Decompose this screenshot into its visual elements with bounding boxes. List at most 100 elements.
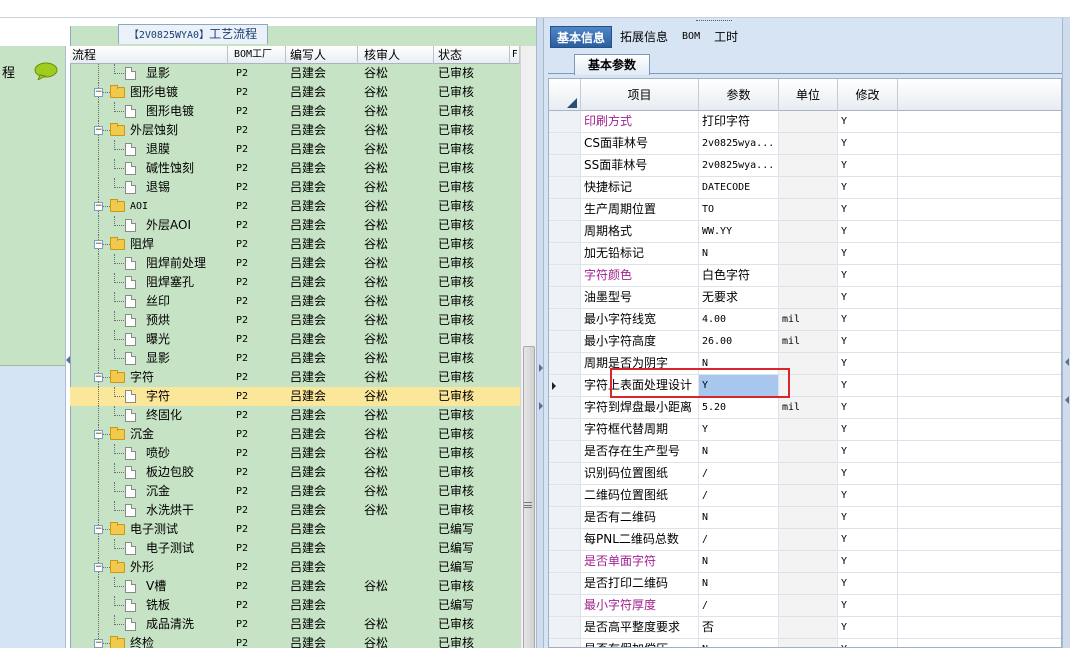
row-header[interactable] — [549, 331, 581, 352]
tree-item-row[interactable]: 退锡 P2 吕建会 谷松 已审核 — [70, 178, 520, 197]
param-value-cell[interactable]: / — [699, 463, 779, 484]
row-header[interactable] — [549, 485, 581, 506]
tree-item-row[interactable]: 字符 P2 吕建会 谷松 已审核 — [70, 387, 520, 406]
param-row[interactable]: SS面菲林号 2v0825wya... Y — [549, 155, 1061, 177]
tree-node[interactable]: 丝印 — [70, 292, 228, 311]
tree-node[interactable]: 曝光 — [70, 330, 228, 349]
param-row[interactable]: 加无铅标记 N Y — [549, 243, 1061, 265]
splitter-arrow-icon[interactable] — [1065, 396, 1069, 404]
panel-splitter[interactable] — [536, 18, 544, 648]
tree-item-row[interactable]: 显影 P2 吕建会 谷松 已审核 — [70, 349, 520, 368]
tree-node[interactable]: 成品清洗 — [70, 615, 228, 634]
param-modify-cell[interactable]: Y — [838, 199, 898, 220]
tree-node[interactable]: 铣板 — [70, 596, 228, 615]
tree-folder-row[interactable]: − 终检 P2 吕建会 谷松 已审核 — [70, 634, 520, 648]
param-value-cell[interactable]: 否 — [699, 617, 779, 638]
tree-item-row[interactable]: 终固化 P2 吕建会 谷松 已审核 — [70, 406, 520, 425]
param-modify-cell[interactable]: Y — [838, 177, 898, 198]
tree-node[interactable]: − 外层蚀刻 — [70, 121, 228, 140]
param-row[interactable]: CS面菲林号 2v0825wya... Y — [549, 133, 1061, 155]
param-value-cell[interactable]: 5.20 — [699, 397, 779, 418]
collapse-toggle-icon[interactable]: − — [94, 126, 103, 135]
row-header[interactable] — [549, 375, 581, 396]
tree-item-row[interactable]: 阻焊塞孔 P2 吕建会 谷松 已审核 — [70, 273, 520, 292]
speech-bubble-icon[interactable] — [34, 62, 58, 80]
param-value-cell[interactable]: 2v0825wya... — [699, 133, 779, 154]
param-row[interactable]: 是否存在生产型号 N Y — [549, 441, 1061, 463]
tree-node[interactable]: − 终检 — [70, 634, 228, 648]
column-header-bom[interactable]: BOM工厂 — [228, 46, 286, 64]
column-header-modify[interactable]: 修改 — [838, 79, 898, 111]
param-modify-cell[interactable]: Y — [838, 243, 898, 264]
collapse-toggle-icon[interactable]: − — [94, 563, 103, 572]
param-row[interactable]: 字符上表面处理设计 Y Y — [549, 375, 1061, 397]
tree-folder-row[interactable]: − AOI P2 吕建会 谷松 已审核 — [70, 197, 520, 216]
row-header[interactable] — [549, 243, 581, 264]
tree-node[interactable]: V槽 — [70, 577, 228, 596]
splitter-arrow-icon[interactable] — [1065, 358, 1069, 366]
param-value-cell[interactable]: 白色字符 — [699, 265, 779, 286]
tree-node[interactable]: 沉金 — [70, 482, 228, 501]
process-tree-scrollbar[interactable] — [520, 46, 536, 648]
param-value-cell[interactable]: 4.00 — [699, 309, 779, 330]
param-modify-cell[interactable]: Y — [838, 331, 898, 352]
splitter-arrow-icon[interactable] — [539, 402, 543, 410]
tree-item-row[interactable]: V槽 P2 吕建会 谷松 已审核 — [70, 577, 520, 596]
row-header[interactable] — [549, 287, 581, 308]
param-value-cell[interactable]: N — [699, 243, 779, 264]
row-header[interactable] — [549, 133, 581, 154]
param-row[interactable]: 是否单面字符 N Y — [549, 551, 1061, 573]
collapse-toggle-icon[interactable]: − — [94, 88, 103, 97]
param-modify-cell[interactable]: Y — [838, 529, 898, 550]
tree-node[interactable]: − 外形 — [70, 558, 228, 577]
tree-folder-row[interactable]: − 电子测试 P2 吕建会 已编写 — [70, 520, 520, 539]
param-value-cell[interactable]: N — [699, 507, 779, 528]
tree-node[interactable]: 预烘 — [70, 311, 228, 330]
tree-folder-row[interactable]: − 字符 P2 吕建会 谷松 已审核 — [70, 368, 520, 387]
param-row[interactable]: 最小字符线宽 4.00 mil Y — [549, 309, 1061, 331]
param-value-cell[interactable]: N — [699, 639, 779, 647]
tree-item-row[interactable]: 电子测试 P2 吕建会 已编写 — [70, 539, 520, 558]
param-value-cell[interactable]: Y — [699, 419, 779, 440]
param-modify-cell[interactable]: Y — [838, 595, 898, 616]
right-splitter[interactable] — [1062, 18, 1070, 648]
row-header[interactable] — [549, 221, 581, 242]
param-modify-cell[interactable]: Y — [838, 397, 898, 418]
tree-node[interactable]: − 图形电镀 — [70, 83, 228, 102]
row-header[interactable] — [549, 155, 581, 176]
row-header[interactable] — [549, 309, 581, 330]
collapse-toggle-icon[interactable]: − — [94, 373, 103, 382]
tree-item-row[interactable]: 喷砂 P2 吕建会 谷松 已审核 — [70, 444, 520, 463]
param-modify-cell[interactable]: Y — [838, 617, 898, 638]
tree-item-row[interactable]: 水洗烘干 P2 吕建会 谷松 已审核 — [70, 501, 520, 520]
row-header[interactable] — [549, 111, 581, 132]
row-header[interactable] — [549, 199, 581, 220]
param-row[interactable]: 油墨型号 无要求 Y — [549, 287, 1061, 309]
param-value-cell[interactable]: DATECODE — [699, 177, 779, 198]
tab-drag-handle[interactable] — [696, 20, 732, 23]
tree-node[interactable]: − AOI — [70, 197, 228, 216]
param-modify-cell[interactable]: Y — [838, 265, 898, 286]
row-header[interactable] — [549, 397, 581, 418]
tab-2[interactable]: BOM — [676, 26, 706, 48]
tree-item-row[interactable]: 阻焊前处理 P2 吕建会 谷松 已审核 — [70, 254, 520, 273]
param-value-cell[interactable]: / — [699, 529, 779, 550]
param-value-cell[interactable]: WW.YY — [699, 221, 779, 242]
tree-node[interactable]: 水洗烘干 — [70, 501, 228, 520]
tree-item-row[interactable]: 成品清洗 P2 吕建会 谷松 已审核 — [70, 615, 520, 634]
tree-node[interactable]: − 电子测试 — [70, 520, 228, 539]
tree-node[interactable]: − 沉金 — [70, 425, 228, 444]
tree-node[interactable]: 喷砂 — [70, 444, 228, 463]
param-modify-cell[interactable]: Y — [838, 133, 898, 154]
param-value-cell[interactable]: 无要求 — [699, 287, 779, 308]
param-modify-cell[interactable]: Y — [838, 485, 898, 506]
param-modify-cell[interactable]: Y — [838, 111, 898, 132]
param-row[interactable]: 是否高平整度要求否 Y — [549, 617, 1061, 639]
tree-folder-row[interactable]: − 外形 P2 吕建会 已编写 — [70, 558, 520, 577]
param-modify-cell[interactable]: Y — [838, 441, 898, 462]
param-value-cell[interactable]: / — [699, 595, 779, 616]
row-header[interactable] — [549, 639, 581, 647]
row-header[interactable] — [549, 419, 581, 440]
row-header[interactable] — [549, 177, 581, 198]
param-value-cell[interactable]: N — [699, 441, 779, 462]
